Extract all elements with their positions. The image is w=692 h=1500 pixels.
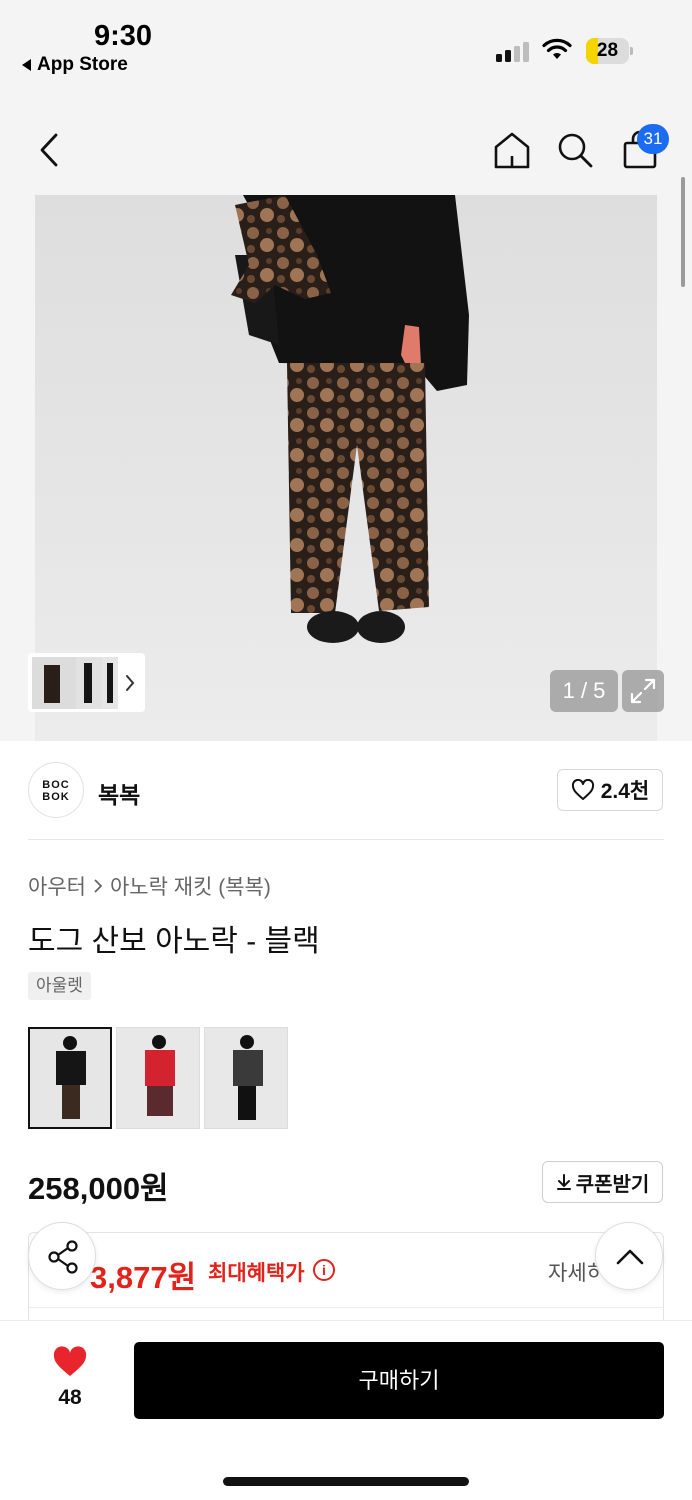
heart-filled-icon[interactable] (52, 1346, 88, 1378)
breadcrumb-category[interactable]: 아우터 (28, 871, 86, 901)
expand-button[interactable] (622, 670, 664, 712)
download-icon (556, 1174, 571, 1190)
color-variants (28, 1027, 288, 1129)
brand-like-count: 2.4천 (600, 780, 650, 803)
back-app-label: App Store (37, 54, 128, 75)
brand-like-button[interactable]: 2.4천 (557, 769, 663, 811)
benefit-divider (28, 1307, 664, 1308)
scroll-top-button[interactable] (595, 1222, 663, 1290)
product-price: 258,000원 (28, 1171, 169, 1206)
wifi-icon (542, 38, 572, 59)
breadcrumb-chevron-icon (94, 879, 103, 893)
variant-figure-charcoal (205, 1028, 287, 1128)
cart-count-badge: 31 (637, 124, 669, 154)
chevron-right-icon[interactable] (124, 674, 136, 692)
coupon-button[interactable]: 쿠폰받기 (542, 1161, 663, 1203)
thumbnail-strip[interactable] (28, 653, 145, 712)
variant-figure-red (117, 1028, 199, 1128)
product-title: 도그 산보 아노락 - 블랙 (28, 925, 320, 958)
battery-level: 28 (596, 40, 619, 61)
variant-thumbnail-charcoal[interactable] (204, 1027, 288, 1129)
back-triangle-icon (22, 59, 31, 71)
benefit-price: 3,877원 (90, 1260, 197, 1295)
battery-icon: 28 (586, 38, 633, 64)
home-indicator (223, 1477, 469, 1486)
image-counter: 1 / 5 (550, 670, 618, 712)
buy-button[interactable]: 구매하기 (134, 1342, 664, 1419)
status-time: 9:30 (94, 20, 153, 52)
variant-figure-black (30, 1029, 110, 1127)
divider (28, 839, 664, 840)
search-icon[interactable] (555, 130, 595, 170)
benefit-label: 최대혜택가 (208, 1262, 305, 1285)
heart-outline-icon (571, 779, 594, 800)
brand-logo-line1: BOC (42, 779, 70, 791)
share-button[interactable] (28, 1222, 96, 1290)
outlet-tag: 아울렛 (28, 972, 91, 1000)
status-bar: 9:30 App Store 28 (0, 0, 692, 90)
brand-logo-line2: BOK (42, 791, 70, 803)
coupon-label: 쿠폰받기 (575, 1173, 650, 1196)
gallery-scrollbar[interactable] (681, 177, 685, 287)
breadcrumb-subcategory[interactable]: 아노락 재킷 (복복) (110, 871, 271, 901)
info-icon[interactable]: i (313, 1259, 335, 1281)
back-chevron-icon[interactable] (36, 132, 62, 168)
share-icon (48, 1240, 78, 1274)
chevron-up-icon (616, 1249, 644, 1265)
wish-count: 48 (58, 1386, 82, 1409)
benefit-detail-link[interactable]: 자세히 (548, 1257, 600, 1287)
home-icon[interactable] (492, 130, 532, 170)
back-to-app-store-link[interactable]: App Store (22, 54, 128, 76)
brand-logo[interactable]: BOC BOK (28, 762, 84, 818)
variant-thumbnail-black[interactable] (28, 1027, 112, 1129)
signal-icon (496, 40, 529, 62)
variant-thumbnail-red[interactable] (116, 1027, 200, 1129)
breadcrumb: 아우터 아노락 재킷 (복복) (28, 871, 271, 901)
nav-header (0, 90, 692, 195)
brand-name[interactable]: 복복 (98, 776, 140, 810)
expand-icon (630, 678, 656, 704)
